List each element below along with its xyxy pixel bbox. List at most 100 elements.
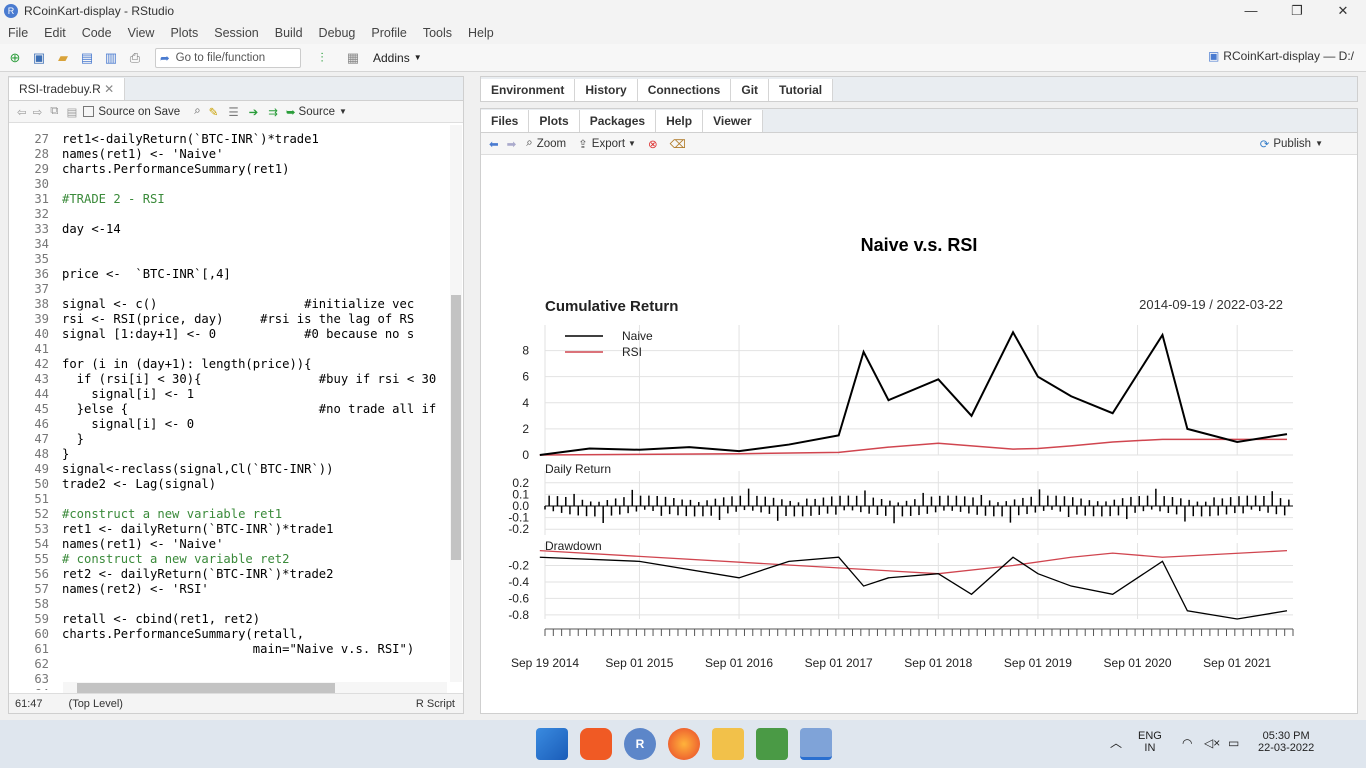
- tab-connections[interactable]: Connections: [637, 79, 732, 101]
- menu-edit[interactable]: Edit: [36, 26, 74, 40]
- code-text[interactable]: rsi <- RSI(price, day) #rsi is the lag o…: [62, 312, 414, 327]
- source-icon[interactable]: ➥: [286, 105, 296, 119]
- next-plot-icon[interactable]: ➡: [507, 137, 517, 151]
- menu-profile[interactable]: Profile: [363, 26, 414, 40]
- export-button[interactable]: Export: [592, 138, 625, 150]
- code-text[interactable]: main="Naive v.s. RSI"): [62, 642, 414, 657]
- code-text[interactable]: for (i in (day+1): length(price)){: [62, 357, 311, 372]
- tab-files[interactable]: Files: [481, 110, 530, 132]
- run-icon[interactable]: ➔: [249, 105, 259, 119]
- code-text[interactable]: signal[i] <- 0: [62, 417, 194, 432]
- addins-menu[interactable]: Addins: [373, 51, 410, 65]
- scrollbar-thumb[interactable]: [451, 295, 461, 560]
- restore-button[interactable]: ❐: [1274, 0, 1320, 22]
- code-text[interactable]: signal <- c() #initialize vec: [62, 297, 414, 312]
- source-button[interactable]: Source: [299, 106, 335, 118]
- filetype-selector[interactable]: R Script: [416, 698, 455, 710]
- save-all-icon[interactable]: ▥: [102, 49, 120, 67]
- hscroll-thumb[interactable]: [77, 683, 335, 693]
- rstudio-taskbar-icon[interactable]: [800, 728, 832, 760]
- code-text[interactable]: ret1 <- dailyReturn(`BTC-INR`)*trade1: [62, 522, 334, 537]
- menu-build[interactable]: Build: [267, 26, 311, 40]
- code-text[interactable]: }: [62, 432, 84, 447]
- code-text[interactable]: if (rsi[i] < 30){ #buy if rsi < 30: [62, 372, 437, 387]
- menu-session[interactable]: Session: [206, 26, 266, 40]
- code-text[interactable]: # construct a new variable ret2: [62, 552, 289, 567]
- show-in-window-icon[interactable]: ⧉: [50, 105, 58, 118]
- clock[interactable]: 05:30 PM 22-03-2022: [1258, 730, 1314, 754]
- tab-plots[interactable]: Plots: [529, 110, 580, 132]
- brave-browser-icon[interactable]: [580, 728, 612, 760]
- code-text[interactable]: trade2 <- Lag(signal): [62, 477, 216, 492]
- outline-icon[interactable]: ☰: [228, 105, 238, 119]
- code-editor[interactable]: 27 ret1<-dailyReturn(`BTC-INR`)*trade1 28 n…: [9, 125, 455, 690]
- forward-arrow-icon[interactable]: ⇨: [33, 105, 43, 119]
- clear-all-broom-icon[interactable]: ⌫: [670, 137, 686, 151]
- tab-git[interactable]: Git: [731, 79, 770, 101]
- code-text[interactable]: signal [1:day+1] <- 0 #0 because no s: [62, 327, 414, 342]
- vertical-scrollbar[interactable]: [450, 125, 462, 682]
- tab-rsi-tradebuy[interactable]: RSI-tradebuy.R ✕: [9, 78, 126, 100]
- menu-help[interactable]: Help: [460, 26, 502, 40]
- code-text[interactable]: names(ret1) <- 'Naive': [62, 147, 223, 162]
- chevron-down-icon[interactable]: ▼: [1315, 139, 1323, 148]
- project-menu[interactable]: ▣ RCoinKart-display — D:/: [1208, 49, 1354, 63]
- goto-file-input[interactable]: ➦ Go to file/function: [155, 47, 301, 68]
- menu-view[interactable]: View: [120, 26, 163, 40]
- save-file-icon[interactable]: ▤: [67, 105, 78, 119]
- language-indicator[interactable]: ENG IN: [1138, 730, 1162, 754]
- search-icon[interactable]: ⌕: [194, 105, 200, 118]
- code-text[interactable]: charts.PerformanceSummary(ret1): [62, 162, 289, 177]
- windows-start-icon[interactable]: [536, 728, 568, 760]
- chevron-up-icon[interactable]: ︿: [1110, 734, 1122, 751]
- file-explorer-icon[interactable]: [712, 728, 744, 760]
- tab-environment[interactable]: Environment: [481, 79, 576, 101]
- menu-file[interactable]: File: [0, 26, 36, 40]
- battery-icon[interactable]: ▭: [1228, 736, 1239, 750]
- r-app-icon[interactable]: R: [624, 728, 656, 760]
- new-file-icon[interactable]: ⊕: [6, 49, 24, 67]
- tab-help[interactable]: Help: [656, 110, 704, 132]
- close-button[interactable]: ✕: [1320, 0, 1366, 22]
- menu-code[interactable]: Code: [74, 26, 120, 40]
- magic-wand-icon[interactable]: ✎: [209, 105, 219, 119]
- previous-plot-icon[interactable]: ⬅: [489, 137, 499, 151]
- tab-history[interactable]: History: [575, 79, 638, 101]
- code-text[interactable]: charts.PerformanceSummary(retall,: [62, 627, 304, 642]
- publish-icon[interactable]: ⟳: [1260, 137, 1270, 151]
- code-text[interactable]: ret2 <- dailyReturn(`BTC-INR`)*trade2: [62, 567, 334, 582]
- export-icon[interactable]: ⇪: [578, 137, 588, 151]
- rerun-icon[interactable]: ⇉: [268, 105, 278, 119]
- open-file-icon[interactable]: ▰: [54, 49, 72, 67]
- minimize-button[interactable]: —: [1228, 0, 1274, 22]
- vcs-icon[interactable]: ⫶: [313, 49, 331, 67]
- publish-button[interactable]: Publish: [1273, 138, 1311, 150]
- notepad-app-icon[interactable]: [756, 728, 788, 760]
- remove-plot-icon[interactable]: ⊗: [648, 137, 658, 151]
- code-text[interactable]: signal[i] <- 1: [62, 387, 194, 402]
- code-text[interactable]: #TRADE 2 - RSI: [62, 192, 165, 207]
- firefox-icon[interactable]: [668, 728, 700, 760]
- tab-packages[interactable]: Packages: [579, 110, 657, 132]
- new-project-icon[interactable]: ▣: [30, 49, 48, 67]
- chevron-down-icon[interactable]: ▼: [628, 139, 636, 148]
- code-text[interactable]: signal<-reclass(signal,Cl(`BTC-INR`)): [62, 462, 334, 477]
- zoom-button[interactable]: Zoom: [537, 138, 566, 150]
- code-text[interactable]: ret1<-dailyReturn(`BTC-INR`)*trade1: [62, 132, 319, 147]
- menu-debug[interactable]: Debug: [311, 26, 364, 40]
- print-icon[interactable]: ⎙: [126, 49, 144, 67]
- chevron-down-icon[interactable]: ▼: [414, 53, 422, 62]
- code-text[interactable]: }: [62, 447, 69, 462]
- code-text[interactable]: #construct a new variable ret1: [62, 507, 282, 522]
- code-text[interactable]: price <- `BTC-INR`[,4]: [62, 267, 231, 282]
- source-on-save-checkbox[interactable]: [83, 106, 95, 117]
- code-text[interactable]: retall <- cbind(ret1, ret2): [62, 612, 260, 627]
- menu-plots[interactable]: Plots: [162, 26, 206, 40]
- tab-viewer[interactable]: Viewer: [703, 110, 763, 132]
- close-tab-icon[interactable]: ✕: [104, 82, 114, 96]
- back-arrow-icon[interactable]: ⇦: [17, 105, 27, 119]
- code-text[interactable]: names(ret1) <- 'Naive': [62, 537, 223, 552]
- layout-grid-icon[interactable]: ▦: [344, 49, 362, 67]
- menu-tools[interactable]: Tools: [415, 26, 460, 40]
- save-icon[interactable]: ▤: [78, 49, 96, 67]
